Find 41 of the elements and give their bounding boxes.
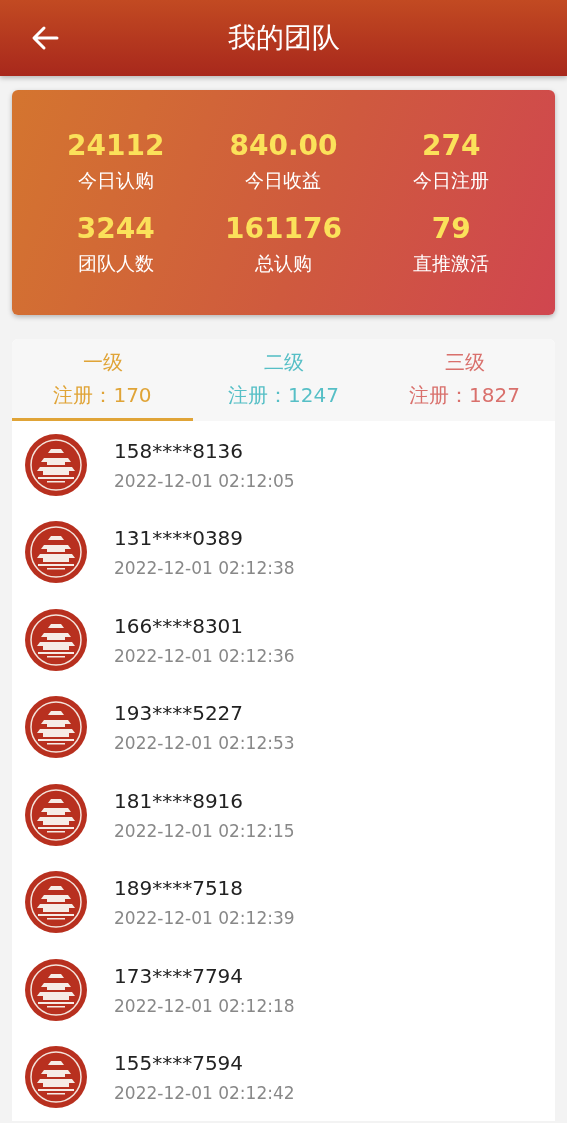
back-icon[interactable] (30, 24, 60, 52)
pagoda-logo-icon (25, 1046, 87, 1109)
stat-label: 今日收益 (245, 167, 322, 193)
member-time: 2022-12-01 02:12:53 (114, 733, 295, 754)
level-tab[interactable]: 一级 注册：170 (12, 339, 193, 421)
pagoda-logo-icon (25, 871, 87, 934)
member-time: 2022-12-01 02:12:42 (114, 1083, 295, 1104)
member-phone: 166****8301 (114, 613, 245, 638)
member-time: 2022-12-01 02:12:15 (114, 820, 295, 841)
member-time: 2022-12-01 02:12:38 (114, 558, 295, 579)
pagoda-logo-icon (25, 521, 87, 584)
stat-value: 161176 (225, 211, 342, 245)
stat-value: 3244 (76, 211, 155, 245)
stat-value: 79 (431, 211, 471, 245)
member-phone: 155****7594 (114, 1051, 245, 1076)
stat-label: 总认购 (255, 250, 312, 276)
member-phone: 131****0389 (114, 526, 245, 551)
member-phone: 173****7794 (114, 963, 245, 988)
pagoda-logo-icon (25, 608, 87, 671)
member-time: 2022-12-01 02:12:39 (114, 908, 295, 929)
pagoda-logo-icon (25, 696, 87, 759)
stat-value: 840.00 (229, 128, 338, 162)
page-title: 我的团队 (227, 20, 340, 56)
member-time: 2022-12-01 02:12:36 (114, 645, 295, 666)
member-phone: 181****8916 (114, 788, 245, 813)
member-time: 2022-12-01 02:12:18 (114, 995, 295, 1016)
level-tab[interactable]: 二级 注册：1247 (193, 339, 374, 421)
pagoda-logo-icon (25, 433, 87, 496)
member-phone: 158****8136 (114, 438, 245, 463)
level-tab[interactable]: 三级 注册：1827 (374, 339, 555, 421)
stat-value: 274 (421, 128, 481, 162)
stat-label: 今日认购 (77, 167, 154, 193)
member-time: 2022-12-01 02:12:05 (114, 470, 295, 491)
stat-label: 今日注册 (413, 167, 490, 193)
stat-value: 24112 (67, 128, 165, 162)
pagoda-logo-icon (25, 958, 87, 1021)
pagoda-logo-icon (25, 783, 87, 846)
stat-label: 直推激活 (413, 250, 490, 276)
member-phone: 193****5227 (114, 701, 245, 726)
stat-label: 团队人数 (77, 250, 154, 276)
member-phone: 189****7518 (114, 876, 245, 901)
